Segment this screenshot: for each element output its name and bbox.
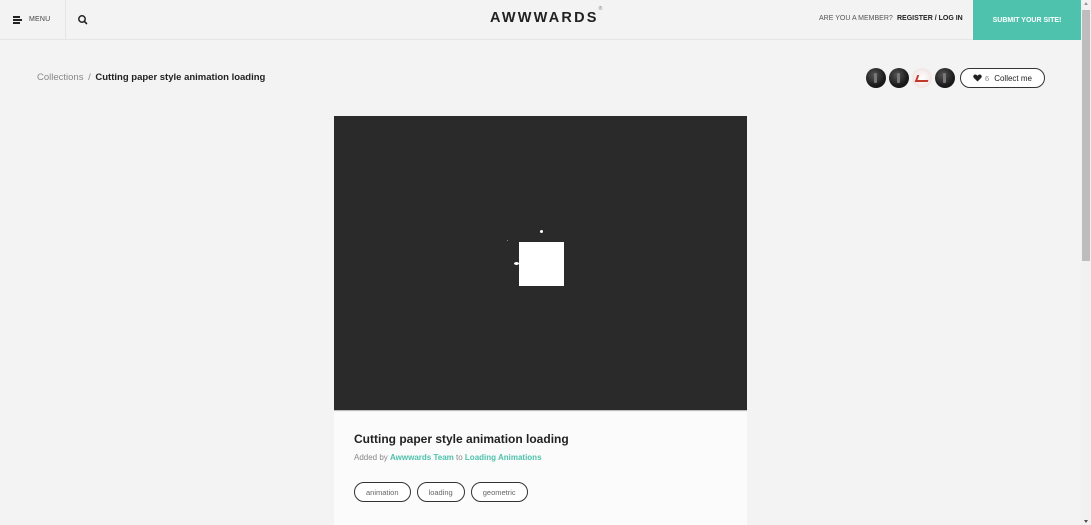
scroll-down-arrow-icon[interactable]	[1084, 520, 1088, 523]
top-header: MENU AWWWARDS® ARE YOU A MEMBER? REGISTE…	[0, 0, 1081, 40]
avatar[interactable]	[866, 68, 886, 88]
avatar[interactable]	[912, 68, 932, 88]
author-link[interactable]: Awwwards Team	[390, 453, 454, 462]
item-meta: Added by Awwwards Team to Loading Animat…	[354, 453, 542, 462]
tag-animation[interactable]: animation	[354, 482, 411, 502]
register-login-link[interactable]: REGISTER / LOG IN	[897, 15, 963, 22]
collect-me-button[interactable]: 6 Collect me	[960, 68, 1045, 88]
menu-label: MENU	[29, 16, 51, 23]
paper-fragment	[540, 230, 543, 233]
breadcrumb-collections-link[interactable]: Collections	[37, 72, 83, 83]
hamburger-icon	[13, 16, 22, 24]
search-icon	[78, 15, 88, 25]
breadcrumb-separator: /	[88, 72, 91, 83]
scrollbar-thumb[interactable]	[1082, 10, 1090, 261]
paper-square	[519, 242, 564, 286]
avatar[interactable]	[935, 68, 955, 88]
collection-link[interactable]: Loading Animations	[465, 453, 542, 462]
collect-label: Collect me	[994, 73, 1032, 83]
collector-avatars	[866, 68, 955, 88]
member-question: ARE YOU A MEMBER?	[819, 15, 893, 22]
breadcrumb: Collections / Cutting paper style animat…	[37, 72, 265, 83]
tag-list: animation loading geometric	[354, 482, 528, 502]
logo-text: AWWWARDS	[490, 10, 599, 26]
item-title: Cutting paper style animation loading	[354, 432, 569, 446]
scroll-up-arrow-icon[interactable]	[1084, 2, 1088, 5]
item-details-card: Cutting paper style animation loading Ad…	[334, 412, 747, 525]
page-scrollbar[interactable]	[1081, 0, 1091, 525]
breadcrumb-current: Cutting paper style animation loading	[95, 72, 266, 83]
avatar[interactable]	[889, 68, 909, 88]
animation-preview[interactable]	[334, 116, 747, 411]
awwwards-logo[interactable]: AWWWARDS®	[490, 6, 602, 26]
tag-loading[interactable]: loading	[416, 482, 465, 502]
to-word: to	[456, 453, 463, 462]
paper-fragment	[507, 240, 508, 241]
tag-geometric[interactable]: geometric	[470, 482, 528, 502]
heart-icon	[973, 74, 982, 82]
search-button[interactable]	[76, 13, 90, 27]
menu-button[interactable]: MENU	[0, 0, 66, 39]
submit-site-button[interactable]: SUBMIT YOUR SITE!	[973, 0, 1081, 40]
registered-mark: ®	[598, 6, 603, 13]
added-by-prefix: Added by	[354, 453, 388, 462]
collect-count: 6	[985, 73, 990, 83]
